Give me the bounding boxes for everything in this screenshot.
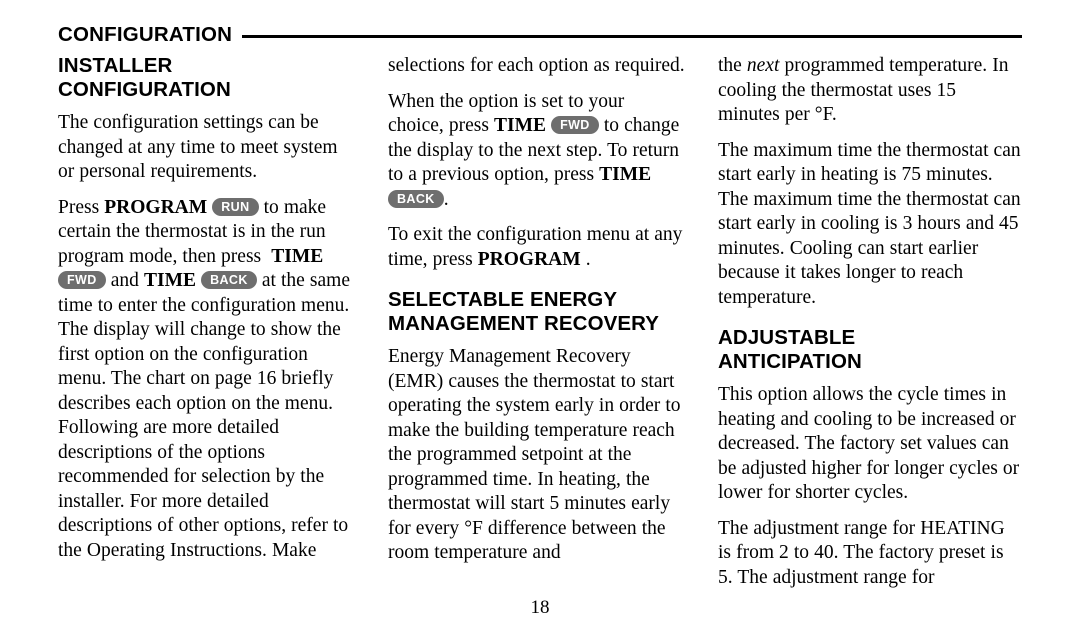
running-header: CONFIGURATION xyxy=(58,22,1022,48)
running-header-rule xyxy=(242,34,1022,38)
paragraph-set-option-time-fwd: When the option is set to your choice, p… xyxy=(388,90,685,213)
paragraph-maximum-early-start-times: The maximum time the thermostat can star… xyxy=(718,139,1021,311)
heading-line-1: INSTALLER xyxy=(58,54,173,77)
paragraph-configuration-settings: The configuration settings can be change… xyxy=(58,111,355,185)
paragraph-text: This option allows the cycle times in he… xyxy=(718,384,1020,504)
heading-line-1: ADJUSTABLE xyxy=(718,326,856,349)
heading-installer-configuration: INSTALLER CONFIGURATION xyxy=(58,54,355,102)
heading-adjustable-anticipation: ADJUSTABLE ANTICIPATION xyxy=(718,326,1021,374)
bold-time-label: TIME xyxy=(599,164,652,185)
text-fragment: the xyxy=(718,55,747,76)
column-two: selections for each option as required. … xyxy=(388,54,685,590)
paragraph-heating-adjustment-range: The adjustment range for HEATING is from… xyxy=(718,517,1021,591)
paragraph-text: The adjustment range for HEATING is from… xyxy=(718,517,1005,588)
heading-selectable-energy-management-recovery: SELECTABLE ENERGY MANAGEMENT RECOVERY xyxy=(388,288,685,336)
heading-line-2: MANAGEMENT RECOVERY xyxy=(388,312,660,336)
text-fragment: Press xyxy=(58,196,105,218)
paragraph-text: The maximum time the thermostat can star… xyxy=(718,139,1021,308)
page-number: 18 xyxy=(0,598,1080,617)
column-three: the next programmed temperature. In cool… xyxy=(718,54,1021,590)
text-fragment: . xyxy=(443,188,449,210)
bold-time-label: TIME xyxy=(271,245,324,267)
bold-time-label: TIME xyxy=(143,270,196,292)
paragraph-text: Energy Management Recovery (EMR) causes … xyxy=(388,346,681,564)
key-pill-run: RUN xyxy=(212,197,259,216)
paragraph-cycle-times-option: This option allows the cycle times in he… xyxy=(718,383,1021,506)
bold-program-label: PROGRAM xyxy=(104,196,208,218)
italic-next: next xyxy=(746,55,780,76)
manual-page: CONFIGURATION INSTALLER CONFIGURATION Th… xyxy=(0,0,1080,631)
key-pill-back: BACK xyxy=(388,189,444,208)
column-one: INSTALLER CONFIGURATION The configuratio… xyxy=(58,54,355,590)
key-pill-fwd: FWD xyxy=(58,271,106,290)
key-pill-fwd: FWD xyxy=(551,116,599,134)
paragraph-next-programmed-temperature: the next programmed temperature. In cool… xyxy=(718,54,1021,128)
paragraph-selections-required: selections for each option as required. xyxy=(388,54,685,79)
text-fragment: . xyxy=(580,248,591,270)
heading-line-2: ANTICIPATION xyxy=(718,350,862,374)
page-number-value: 18 xyxy=(530,597,550,618)
running-header-title: CONFIGURATION xyxy=(58,22,233,46)
text-fragment: at the same time to enter the configurat… xyxy=(58,270,350,561)
bold-program-label: PROGRAM xyxy=(477,248,581,270)
heading-line-1: SELECTABLE ENERGY xyxy=(388,288,618,311)
paragraph-text: The configuration settings can be change… xyxy=(58,112,338,183)
bold-time-label: TIME xyxy=(493,115,546,136)
paragraph-text: selections for each option as required. xyxy=(388,55,685,76)
text-fragment: and xyxy=(105,270,144,292)
paragraph-emr-description: Energy Management Recovery (EMR) causes … xyxy=(388,345,685,566)
key-pill-back: BACK xyxy=(201,271,257,290)
paragraph-press-program-run: Press PROGRAM RUN to make certain the th… xyxy=(58,196,355,564)
paragraph-exit-configuration-menu: To exit the configuration menu at any ti… xyxy=(388,223,685,272)
heading-line-2: CONFIGURATION xyxy=(58,78,231,102)
three-column-body: INSTALLER CONFIGURATION The configuratio… xyxy=(58,54,1022,590)
